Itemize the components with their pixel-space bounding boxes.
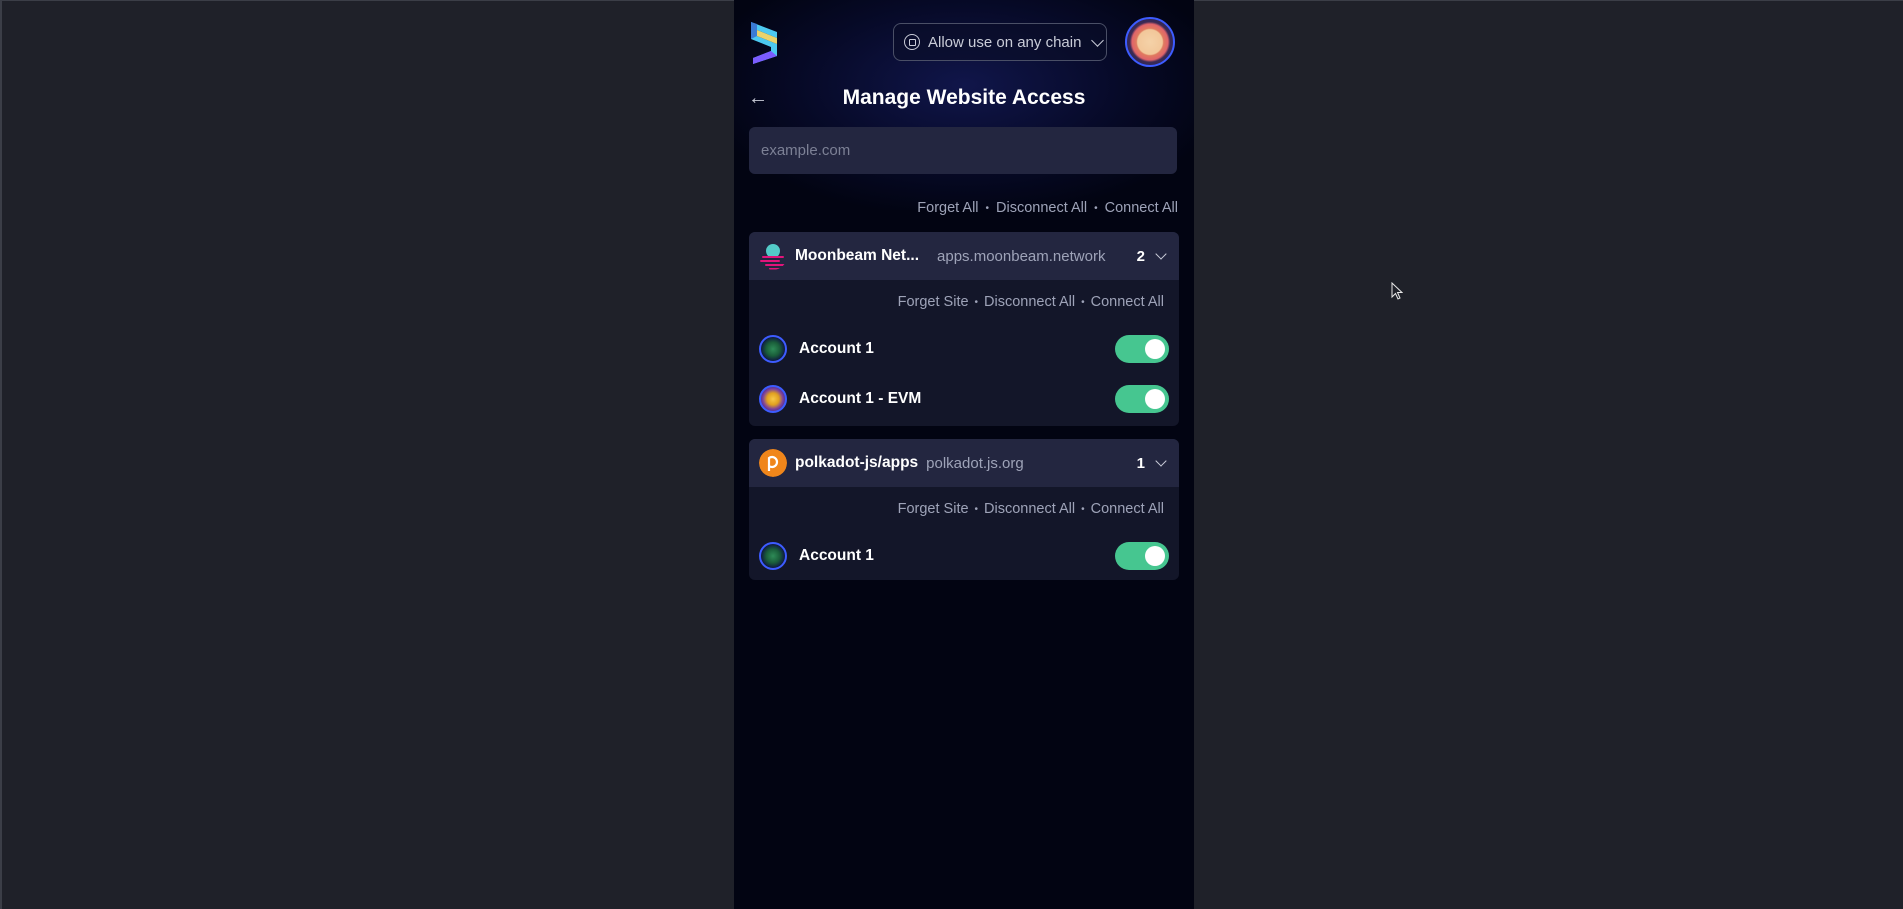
chain-select[interactable]: Allow use on any chain [893,23,1107,61]
separator-dot: • [974,296,979,308]
chevron-down-icon[interactable] [1155,455,1167,467]
site-actions: Forget Site • Disconnect All • Connect A… [749,487,1179,531]
connect-all-link[interactable]: Connect All [1105,200,1178,216]
chain-select-label: Allow use on any chain [928,33,1082,51]
separator-dot: • [1094,202,1098,214]
separator-dot: • [1081,503,1085,515]
forget-site-link[interactable]: Forget Site [898,294,969,310]
chevron-down-icon [1091,33,1105,47]
moonbeam-icon [760,244,785,270]
site-actions: Forget Site • Disconnect All • Connect A… [749,280,1179,324]
site-name: polkadot-js/apps [795,454,919,471]
forget-site-link[interactable]: Forget Site [898,501,969,517]
header: Allow use on any chain [734,0,1194,90]
forget-all-link[interactable]: Forget All [917,200,978,216]
account-avatar-icon [759,542,787,570]
account-row: Account 1 [749,324,1179,374]
site-card-polkadot: polkadot-js/apps polkadot.js.org 1 Forge… [749,439,1179,580]
account-avatar-icon [759,385,787,413]
window-left-border [0,0,2,909]
disconnect-all-link[interactable]: Disconnect All [984,294,1075,310]
chevron-down-icon[interactable] [1155,248,1167,260]
account-name: Account 1 [799,547,874,564]
account-avatar-icon [759,335,787,363]
search-input[interactable] [749,127,1177,174]
separator-dot: • [1081,296,1085,308]
site-header[interactable]: Moonbeam Net... apps.moonbeam.network 2 [749,232,1179,280]
account-access-toggle[interactable] [1115,542,1169,570]
separator-dot: • [985,202,990,214]
site-name: Moonbeam Net... [795,247,920,264]
page-title: Manage Website Access [842,86,1086,109]
site-card-moonbeam: Moonbeam Net... apps.moonbeam.network 2 … [749,232,1179,426]
account-name: Account 1 - EVM [799,390,922,407]
mouse-pointer-icon [1391,282,1403,300]
site-account-count: 1 [1136,454,1145,472]
site-url: polkadot.js.org [926,454,1024,472]
connect-all-link[interactable]: Connect All [1091,294,1164,310]
account-name: Account 1 [799,340,874,357]
account-avatar[interactable] [1125,17,1175,67]
polkadot-icon [759,449,787,477]
site-url: apps.moonbeam.network [937,247,1106,265]
global-actions: Forget All • Disconnect All • Connect Al… [917,200,1178,216]
account-access-toggle[interactable] [1115,335,1169,363]
account-row: Account 1 - EVM [749,374,1179,424]
account-access-toggle[interactable] [1115,385,1169,413]
disconnect-all-link[interactable]: Disconnect All [984,501,1075,517]
site-header[interactable]: polkadot-js/apps polkadot.js.org 1 [749,439,1179,487]
site-account-count: 2 [1136,247,1145,265]
account-row: Account 1 [749,531,1179,580]
separator-dot: • [974,503,979,515]
disconnect-all-link[interactable]: Disconnect All [996,200,1087,216]
extension-panel: Allow use on any chain ← Manage Website … [734,0,1194,909]
connect-all-link[interactable]: Connect All [1091,501,1164,517]
chain-icon [904,34,920,50]
subwallet-logo-icon[interactable] [749,20,781,64]
